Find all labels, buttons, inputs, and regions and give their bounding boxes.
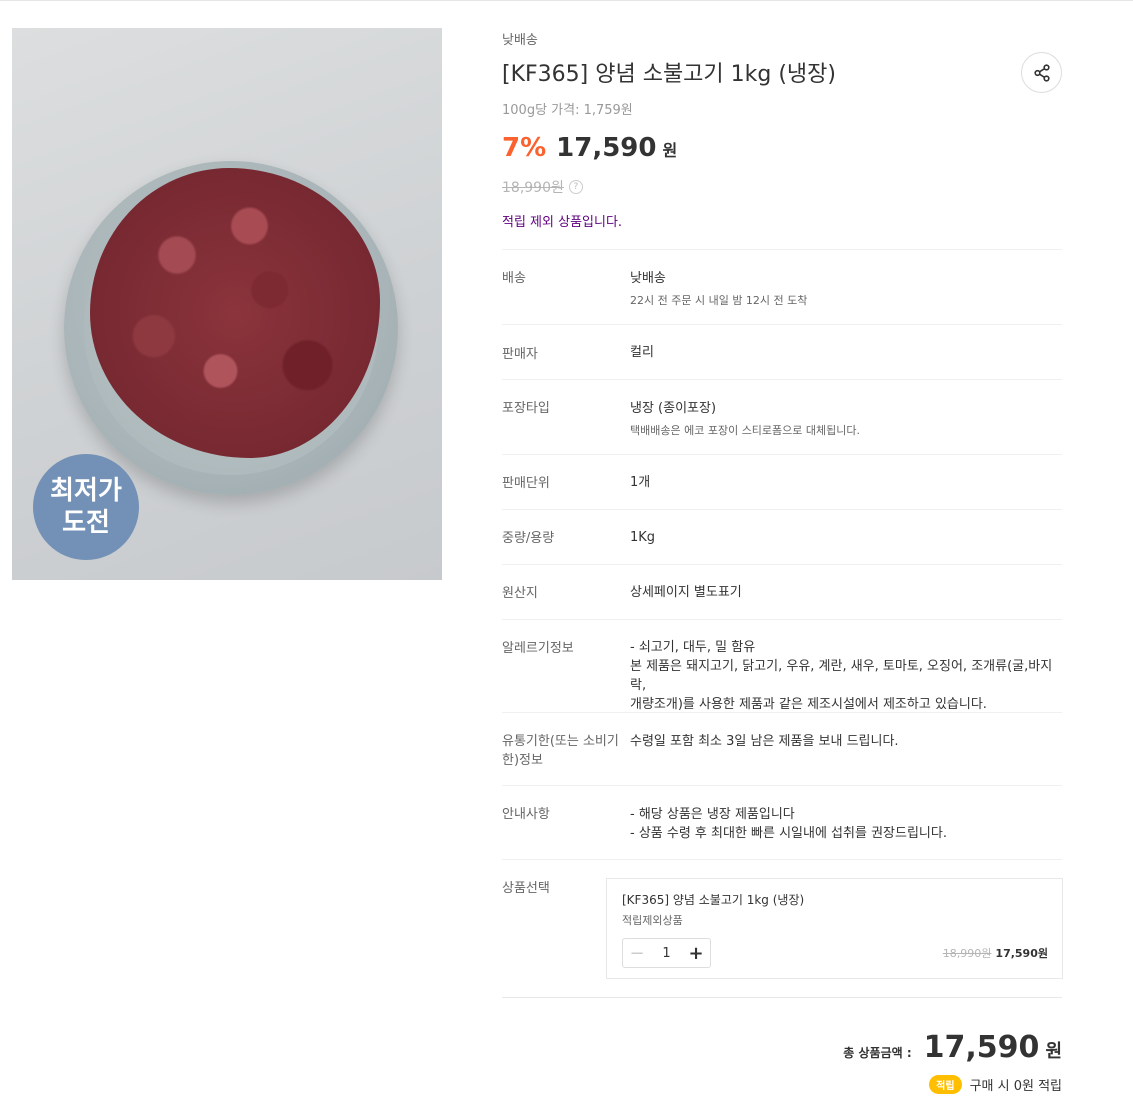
packaging-value: 냉장 (종이포장) — [630, 401, 717, 416]
notice-value: - 해당 상품은 냉장 제품입니다 - 상품 수령 후 최대한 빠른 시일내에 … — [630, 805, 1062, 843]
weight-value: 1Kg — [630, 530, 656, 545]
top-divider — [0, 0, 1133, 1]
delivery-value: 낮배송 — [630, 271, 666, 286]
detail-row-origin: 원산지 상세페이지 별도표기 — [502, 564, 1062, 601]
sale-unit-value: 1개 — [630, 475, 651, 490]
detail-row-packaging: 포장타입 냉장 (종이포장) 택배배송은 에코 포장이 스티로폼으로 대체됩니다… — [502, 379, 1062, 437]
delivery-sub: 22시 전 주문 시 내일 밤 12시 전 도착 — [630, 294, 808, 307]
detail-row-expiry: 유통기한(또는 소비기 한)정보 수령일 포함 최소 3일 남은 제품을 보내 … — [502, 712, 1062, 768]
detail-row-allergy: 알레르기정보 - 쇠고기, 대두, 밀 함유 본 제품은 돼지고기, 닭고기, … — [502, 619, 1062, 712]
detail-value: 낮배송 22시 전 주문 시 내일 밤 12시 전 도착 — [630, 269, 1062, 310]
origin-value: 상세페이지 별도표기 — [630, 585, 742, 600]
detail-label: 알레르기정보 — [502, 641, 574, 656]
decrease-button[interactable]: − — [623, 939, 651, 967]
price-row: 7% 17,590 원 — [502, 133, 677, 163]
expiry-label-line: 한)정보 — [502, 753, 543, 768]
product-image: 최저가 도전 — [12, 28, 442, 580]
detail-label: 원산지 — [502, 586, 538, 601]
price-currency: 원 — [662, 141, 678, 160]
quantity-value: 1 — [662, 945, 671, 961]
allergy-line: - 쇠고기, 대두, 밀 함유 — [630, 640, 756, 655]
total-price: 17,590 — [923, 1030, 1040, 1065]
share-icon — [1033, 63, 1050, 82]
point-exclusion-note: 적립 제외 상품입니다. — [502, 215, 623, 230]
unit-price: 100g당 가격: 1,759원 — [502, 103, 633, 118]
original-price-row: 18,990원 ? — [502, 177, 583, 197]
total-currency: 원 — [1045, 1041, 1062, 1062]
detail-label: 유통기한(또는 소비기 한)정보 — [502, 732, 622, 770]
detail-label: 배송 — [502, 271, 526, 286]
increase-button[interactable]: + — [682, 939, 710, 967]
detail-row-sale-unit: 판매단위 1개 — [502, 454, 1062, 491]
share-button[interactable] — [1021, 52, 1062, 93]
notice-line: - 해당 상품은 냉장 제품입니다 — [630, 807, 795, 822]
option-original-price: 18,990원 — [942, 947, 992, 960]
total-label: 총 상품금액 : — [843, 1046, 912, 1060]
lowest-price-badge: 최저가 도전 — [33, 454, 139, 560]
option-prices: 18,990원 17,590원 — [943, 945, 1048, 961]
detail-label: 상품선택 — [502, 881, 550, 896]
option-card: [KF365] 양념 소불고기 1kg (냉장) 적립제외상품 − 1 + 18… — [606, 878, 1063, 979]
sale-price: 17,590 — [556, 133, 657, 163]
option-name: [KF365] 양념 소불고기 1kg (냉장) — [622, 893, 805, 907]
detail-label: 안내사항 — [502, 807, 550, 822]
quantity-stepper: − 1 + — [622, 938, 711, 968]
packaging-sub: 택배배송은 에코 포장이 스티로폼으로 대체됩니다. — [630, 424, 861, 437]
detail-label: 중량/용량 — [502, 531, 555, 546]
detail-value: 냉장 (종이포장) 택배배송은 에코 포장이 스티로폼으로 대체됩니다. — [630, 399, 1062, 440]
detail-row-notice: 안내사항 - 해당 상품은 냉장 제품입니다 - 상품 수령 후 최대한 빠른 … — [502, 785, 1062, 841]
expiry-value: 수령일 포함 최소 3일 남은 제품을 보내 드립니다. — [630, 734, 899, 749]
badge-line-1: 최저가 — [50, 476, 122, 506]
product-title: [KF365] 양념 소불고기 1kg (냉장) — [502, 62, 836, 87]
option-sub: 적립제외상품 — [622, 914, 683, 927]
delivery-tag: 낮배송 — [502, 33, 538, 48]
allergy-value: - 쇠고기, 대두, 밀 함유 본 제품은 돼지고기, 닭고기, 우유, 계란,… — [630, 638, 1062, 714]
detail-row-seller: 판매자 컬리 — [502, 324, 1062, 362]
detail-label: 포장타입 — [502, 401, 550, 416]
bottom-divider — [502, 997, 1062, 998]
detail-label: 판매단위 — [502, 476, 550, 491]
detail-row-delivery: 배송 낮배송 22시 전 주문 시 내일 밤 12시 전 도착 — [502, 249, 1062, 307]
question-icon[interactable]: ? — [568, 180, 583, 194]
allergy-line: 본 제품은 돼지고기, 닭고기, 우유, 계란, 새우, 토마토, 오징어, 조… — [630, 659, 1053, 693]
notice-line: - 상품 수령 후 최대한 빠른 시일내에 섭취를 권장드립니다. — [630, 826, 947, 841]
detail-row-weight: 중량/용량 1Kg — [502, 509, 1062, 546]
accrual-text: 구매 시 0원 적립 — [969, 1079, 1062, 1094]
badge-line-2: 도전 — [62, 508, 110, 538]
option-price: 17,590원 — [995, 947, 1048, 960]
total-row: 총 상품금액 : 17,590 원 — [843, 1030, 1062, 1065]
expiry-label-line: 유통기한(또는 소비기 — [502, 734, 619, 749]
original-price: 18,990원 — [502, 180, 564, 196]
accrual-badge: 적립 — [929, 1075, 962, 1094]
accrual-row: 적립 구매 시 0원 적립 — [929, 1075, 1062, 1094]
detail-label: 판매자 — [502, 347, 538, 362]
seller-value: 컬리 — [630, 345, 654, 360]
discount-rate: 7% — [502, 133, 547, 163]
